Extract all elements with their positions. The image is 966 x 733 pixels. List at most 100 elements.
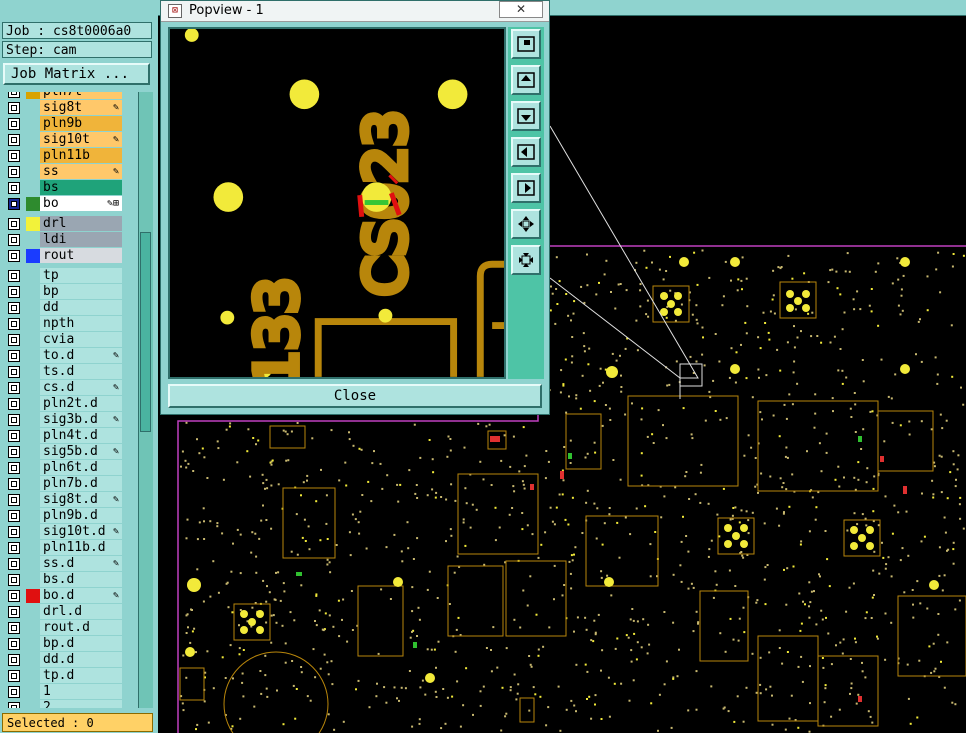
layer-row[interactable]: rout.d (4, 620, 125, 636)
layer-row[interactable]: pln4t.d (4, 428, 125, 444)
layer-checkbox[interactable] (8, 118, 20, 130)
layer-name[interactable]: bp.d (40, 636, 122, 651)
layer-name[interactable]: dd.d (40, 652, 122, 667)
layer-checkbox[interactable] (8, 606, 20, 618)
layer-row[interactable]: pln7b.d (4, 476, 125, 492)
layer-row[interactable]: bp (4, 284, 125, 300)
layer-name[interactable]: tp.d (40, 668, 122, 683)
zoom-fit-icon[interactable] (511, 29, 541, 59)
layer-checkbox[interactable] (8, 382, 20, 394)
layer-color-swatch[interactable] (26, 197, 40, 211)
layer-name[interactable]: ss ✎ (40, 164, 122, 179)
layer-row[interactable]: tp.d (4, 668, 125, 684)
layer-checkbox[interactable] (8, 494, 20, 506)
layer-checkbox[interactable] (8, 182, 20, 194)
layer-row[interactable]: pln9b.d (4, 508, 125, 524)
layer-name[interactable]: tp (40, 268, 122, 283)
layer-name[interactable]: drl.d (40, 604, 122, 619)
layer-name[interactable]: pln2t.d (40, 396, 122, 411)
layer-name[interactable]: bp (40, 284, 122, 299)
layer-checkbox[interactable] (8, 198, 20, 210)
layer-checkbox[interactable] (8, 286, 20, 298)
layer-name[interactable]: npth (40, 316, 122, 331)
layer-row[interactable]: sig8t.d ✎ (4, 492, 125, 508)
layer-color-swatch[interactable] (26, 217, 40, 231)
pan-right-icon[interactable] (511, 173, 541, 203)
pan-up-icon[interactable] (511, 65, 541, 95)
layer-checkbox[interactable] (8, 670, 20, 682)
layer-name[interactable]: bo ✎⊞ (40, 196, 122, 211)
popview-window[interactable]: ⊠ Popview - 1 ✕ CS023 133 (160, 0, 550, 415)
layer-name[interactable]: pln7b.d (40, 476, 122, 491)
layer-checkbox[interactable] (8, 574, 20, 586)
layer-name[interactable]: ss.d ✎ (40, 556, 122, 571)
layer-row[interactable]: to.d ✎ (4, 348, 125, 364)
layer-name[interactable]: pln9b (40, 116, 122, 131)
layer-checkbox[interactable] (8, 398, 20, 410)
layer-row[interactable]: dd.d (4, 652, 125, 668)
layer-name[interactable]: cs.d ✎ (40, 380, 122, 395)
layer-row[interactable]: 2 (4, 700, 125, 708)
layer-checkbox[interactable] (8, 166, 20, 178)
layer-row[interactable]: bo.d ✎ (4, 588, 125, 604)
layer-checkbox[interactable] (8, 92, 20, 98)
layer-name[interactable]: ts.d (40, 364, 122, 379)
layer-row[interactable]: ss ✎ (4, 164, 125, 180)
pan-left-icon[interactable] (511, 137, 541, 167)
layer-checkbox[interactable] (8, 350, 20, 362)
layer-name[interactable]: bs (40, 180, 122, 195)
layer-checkbox[interactable] (8, 302, 20, 314)
layer-checkbox[interactable] (8, 526, 20, 538)
layer-name[interactable]: drl (40, 216, 122, 231)
layer-row[interactable]: drl.d (4, 604, 125, 620)
layer-name[interactable]: 2 (40, 700, 122, 708)
layer-row[interactable]: ss.d ✎ (4, 556, 125, 572)
close-icon[interactable]: ✕ (499, 1, 543, 18)
layer-name[interactable]: pln7t (40, 92, 122, 99)
layer-checkbox[interactable] (8, 270, 20, 282)
layer-row[interactable]: ts.d (4, 364, 125, 380)
layer-name[interactable]: pln6t.d (40, 460, 122, 475)
layer-row[interactable]: cs.d ✎ (4, 380, 125, 396)
layer-checkbox[interactable] (8, 686, 20, 698)
pan-down-icon[interactable] (511, 101, 541, 131)
layer-row[interactable]: sig5b.d ✎ (4, 444, 125, 460)
scrollbar-thumb[interactable] (140, 232, 151, 432)
layer-name[interactable]: pln9b.d (40, 508, 122, 523)
layer-row[interactable]: sig3b.d ✎ (4, 412, 125, 428)
layer-checkbox[interactable] (8, 234, 20, 246)
layer-row[interactable]: 1 (4, 684, 125, 700)
layer-row[interactable]: sig10t ✎ (4, 132, 125, 148)
layer-color-swatch[interactable] (26, 589, 40, 603)
layer-name[interactable]: rout (40, 248, 122, 263)
layer-row[interactable]: pln7t (4, 92, 125, 100)
layer-name[interactable]: ldi (40, 232, 122, 247)
layer-checkbox[interactable] (8, 446, 20, 458)
layer-name[interactable]: pln11b (40, 148, 122, 163)
layer-row[interactable]: pln6t.d (4, 460, 125, 476)
layer-name[interactable]: sig3b.d ✎ (40, 412, 122, 427)
layer-checkbox[interactable] (8, 510, 20, 522)
layer-row[interactable]: sig8t ✎ (4, 100, 125, 116)
layer-row[interactable]: cvia (4, 332, 125, 348)
layer-checkbox[interactable] (8, 334, 20, 346)
layer-row[interactable]: pln2t.d (4, 396, 125, 412)
layer-name[interactable]: cvia (40, 332, 122, 347)
layer-name[interactable]: sig10t ✎ (40, 132, 122, 147)
layer-checkbox[interactable] (8, 654, 20, 666)
layer-row[interactable]: ldi (4, 232, 125, 248)
layer-row[interactable]: tp (4, 268, 125, 284)
job-matrix-button[interactable]: Job Matrix ... (3, 63, 150, 85)
layer-row[interactable]: pln9b (4, 116, 125, 132)
layer-row[interactable]: rout (4, 248, 125, 264)
layer-color-swatch[interactable] (26, 92, 40, 99)
layer-checkbox[interactable] (8, 590, 20, 602)
layer-name[interactable]: 1 (40, 684, 122, 699)
layer-name[interactable]: pln4t.d (40, 428, 122, 443)
layer-name[interactable]: pln11b.d (40, 540, 122, 555)
layer-name[interactable]: sig5b.d ✎ (40, 444, 122, 459)
layer-row[interactable]: bs.d (4, 572, 125, 588)
layer-name[interactable]: sig10t.d ✎ (40, 524, 122, 539)
layer-checkbox[interactable] (8, 702, 20, 708)
layer-color-swatch[interactable] (26, 249, 40, 263)
